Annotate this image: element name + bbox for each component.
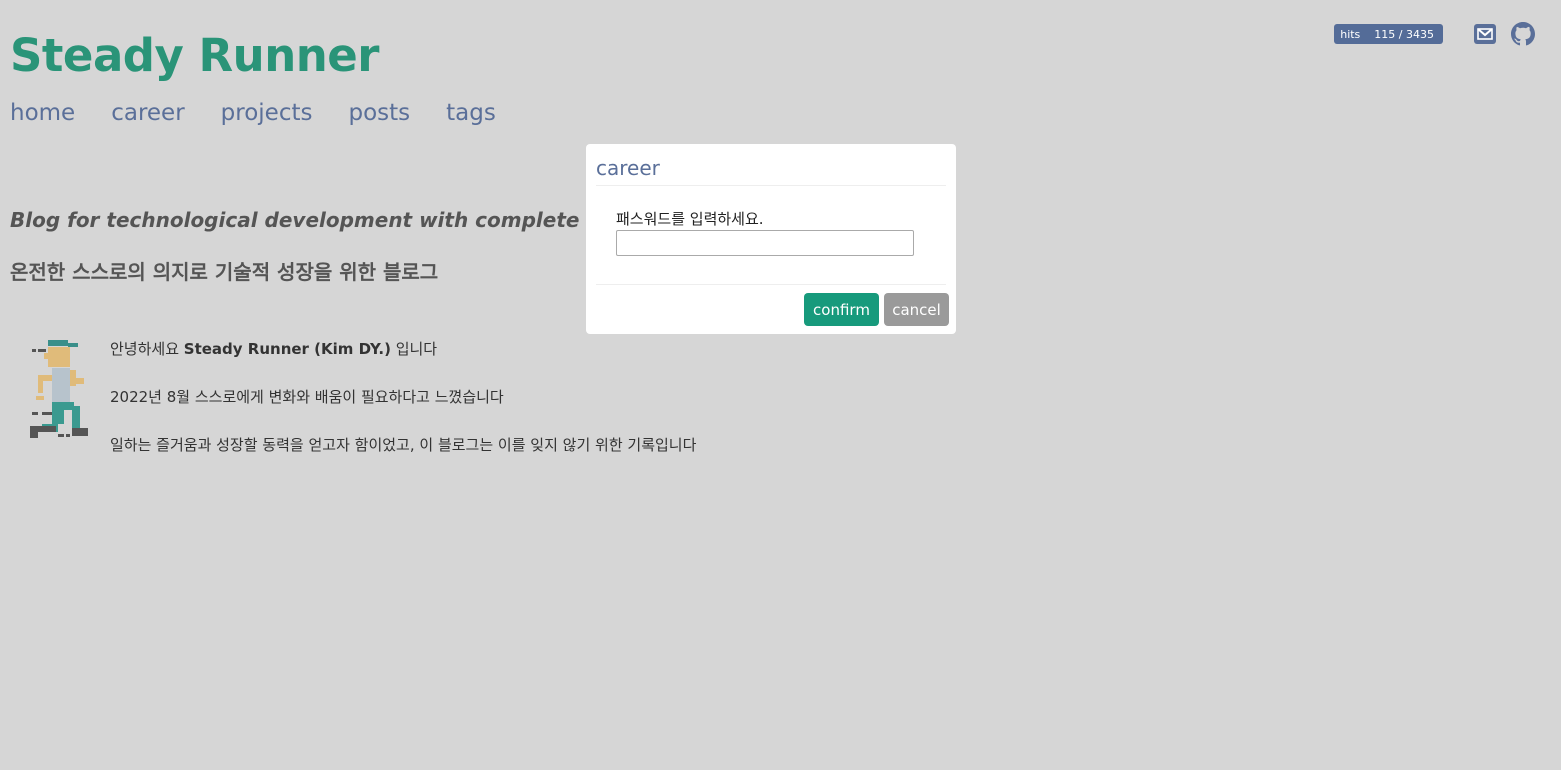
github-icon[interactable] <box>1511 22 1535 46</box>
nav-tags[interactable]: tags <box>446 97 496 129</box>
dialog-title: career <box>596 156 660 180</box>
greeting-suffix: 입니다 <box>390 340 438 358</box>
password-dialog: career 패스워드를 입력하세요. confirm cancel <box>586 144 956 334</box>
intro-greeting: 안녕하세요 Steady Runner (Kim DY.) 입니다 <box>110 340 696 358</box>
nav-posts[interactable]: posts <box>348 97 410 129</box>
nav-career[interactable]: career <box>111 97 184 129</box>
page: Steady Runner home career projects posts… <box>0 0 1561 770</box>
hits-label: hits <box>1340 27 1361 41</box>
runner-avatar <box>28 340 90 442</box>
password-prompt: 패스워드를 입력하세요. <box>616 210 764 228</box>
mail-icon[interactable] <box>1473 22 1497 46</box>
dialog-divider <box>596 185 946 186</box>
greeting-prefix: 안녕하세요 <box>110 340 184 358</box>
confirm-button[interactable]: confirm <box>804 293 879 326</box>
password-input[interactable] <box>616 230 914 256</box>
hits-count: 115 / 3435 <box>1374 27 1434 41</box>
hits-badge: hits 115 / 3435 <box>1334 24 1443 44</box>
author-name: Steady Runner (Kim DY.) <box>183 340 391 358</box>
site-title[interactable]: Steady Runner <box>10 26 380 86</box>
intro-text: 안녕하세요 Steady Runner (Kim DY.) 입니다 2022년 … <box>110 340 696 484</box>
dialog-divider <box>596 284 946 285</box>
nav-projects[interactable]: projects <box>221 97 313 129</box>
cancel-button[interactable]: cancel <box>884 293 949 326</box>
intro-line-3: 일하는 즐거움과 성장할 동력을 얻고자 함이었고, 이 블로그는 이를 잊지 … <box>110 436 697 454</box>
tagline-korean: 온전한 스스로의 의지로 기술적 성장을 위한 블로그 <box>10 260 439 284</box>
tagline-english: Blog for technological development with … <box>10 208 675 232</box>
intro-line-2: 2022년 8월 스스로에게 변화와 배움이 필요하다고 느꼈습니다 <box>110 388 504 406</box>
header-actions: hits 115 / 3435 <box>1334 22 1535 46</box>
main-nav: home career projects posts tags <box>10 97 532 129</box>
nav-home[interactable]: home <box>10 97 75 129</box>
